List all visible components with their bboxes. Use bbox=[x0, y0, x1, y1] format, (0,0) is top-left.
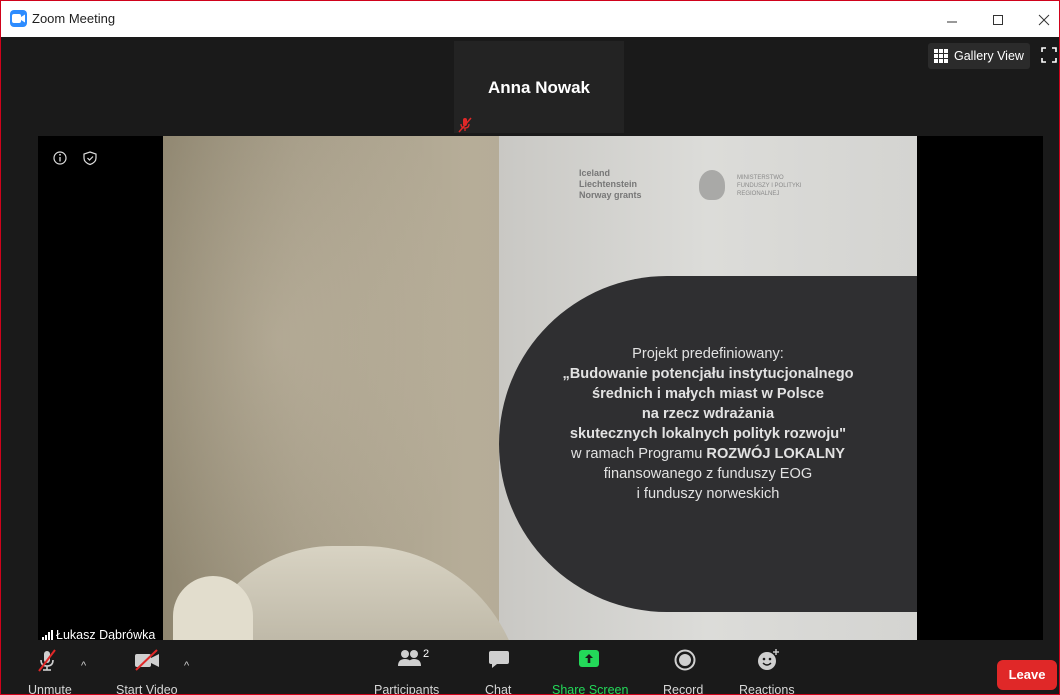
reactions-emoji-icon bbox=[758, 649, 779, 670]
fullscreen-icon[interactable] bbox=[1041, 47, 1057, 68]
chat-bubble-icon bbox=[489, 651, 509, 668]
poster-banner: Projekt predefiniowany: „Budowanie poten… bbox=[499, 276, 917, 612]
video-off-icon bbox=[135, 649, 159, 671]
record-label: Record bbox=[663, 683, 704, 695]
start-video-label: Start Video bbox=[116, 683, 178, 695]
grants-logo: Iceland Liechtenstein Norway grants bbox=[579, 168, 642, 200]
start-video-button[interactable]: Start Video bbox=[113, 640, 178, 694]
active-speaker-tile[interactable]: Anna Nowak bbox=[454, 41, 624, 133]
chat-button[interactable]: Chat bbox=[479, 640, 519, 695]
reactions-button[interactable]: Reactions bbox=[739, 640, 799, 695]
share-screen-icon bbox=[579, 650, 599, 667]
active-speaker-name: Anna Nowak bbox=[487, 78, 591, 97]
shield-icon[interactable] bbox=[83, 151, 97, 166]
zoom-window: Zoom Meeting Anna Nowak Gallery View Ice… bbox=[0, 0, 1060, 695]
share-screen-button[interactable]: Share Screen bbox=[550, 640, 630, 695]
ministry-logo: MINISTERSTWO FUNDUSZY I POLITYKI REGIONA… bbox=[737, 175, 802, 197]
title-bar: Zoom Meeting bbox=[1, 1, 1059, 37]
main-video[interactable]: Iceland Liechtenstein Norway grants MINI… bbox=[38, 136, 1043, 645]
reactions-label: Reactions bbox=[739, 683, 795, 695]
gallery-view-button[interactable]: Gallery View bbox=[928, 43, 1030, 69]
audio-options-caret-icon[interactable]: ^ bbox=[81, 660, 86, 672]
participants-button[interactable]: Participants bbox=[373, 640, 445, 695]
window-title: Zoom Meeting bbox=[32, 11, 116, 26]
share-screen-label: Share Screen bbox=[552, 683, 629, 695]
meeting-toolbar: Unmute ^ Start Video ^ Participants 2 Ch… bbox=[1, 640, 1059, 695]
participants-icon bbox=[398, 650, 421, 666]
unmute-button[interactable]: Unmute bbox=[23, 640, 72, 695]
close-button[interactable] bbox=[1021, 1, 1059, 37]
poster: Iceland Liechtenstein Norway grants MINI… bbox=[499, 136, 917, 645]
minimize-button[interactable] bbox=[929, 1, 975, 37]
leave-button[interactable]: Leave bbox=[997, 660, 1057, 690]
camera-feed: Iceland Liechtenstein Norway grants MINI… bbox=[163, 136, 917, 645]
info-icon[interactable] bbox=[53, 151, 67, 165]
chat-label: Chat bbox=[485, 683, 512, 695]
participants-label: Participants bbox=[374, 683, 440, 695]
meeting-stage: Anna Nowak Gallery View Iceland Liechten… bbox=[1, 37, 1059, 645]
eagle-emblem-icon bbox=[699, 170, 725, 200]
participants-count: 2 bbox=[423, 648, 430, 660]
gallery-view-label: Gallery View bbox=[954, 49, 1024, 63]
record-button[interactable]: Record bbox=[663, 640, 709, 695]
unmute-label: Unmute bbox=[28, 683, 72, 695]
zoom-app-icon bbox=[10, 10, 27, 27]
muted-mic-icon bbox=[458, 117, 472, 138]
maximize-button[interactable] bbox=[975, 1, 1021, 37]
video-options-caret-icon[interactable]: ^ bbox=[184, 660, 189, 672]
record-icon bbox=[674, 649, 696, 671]
grid-icon bbox=[934, 49, 948, 63]
muted-mic-icon bbox=[38, 649, 56, 672]
